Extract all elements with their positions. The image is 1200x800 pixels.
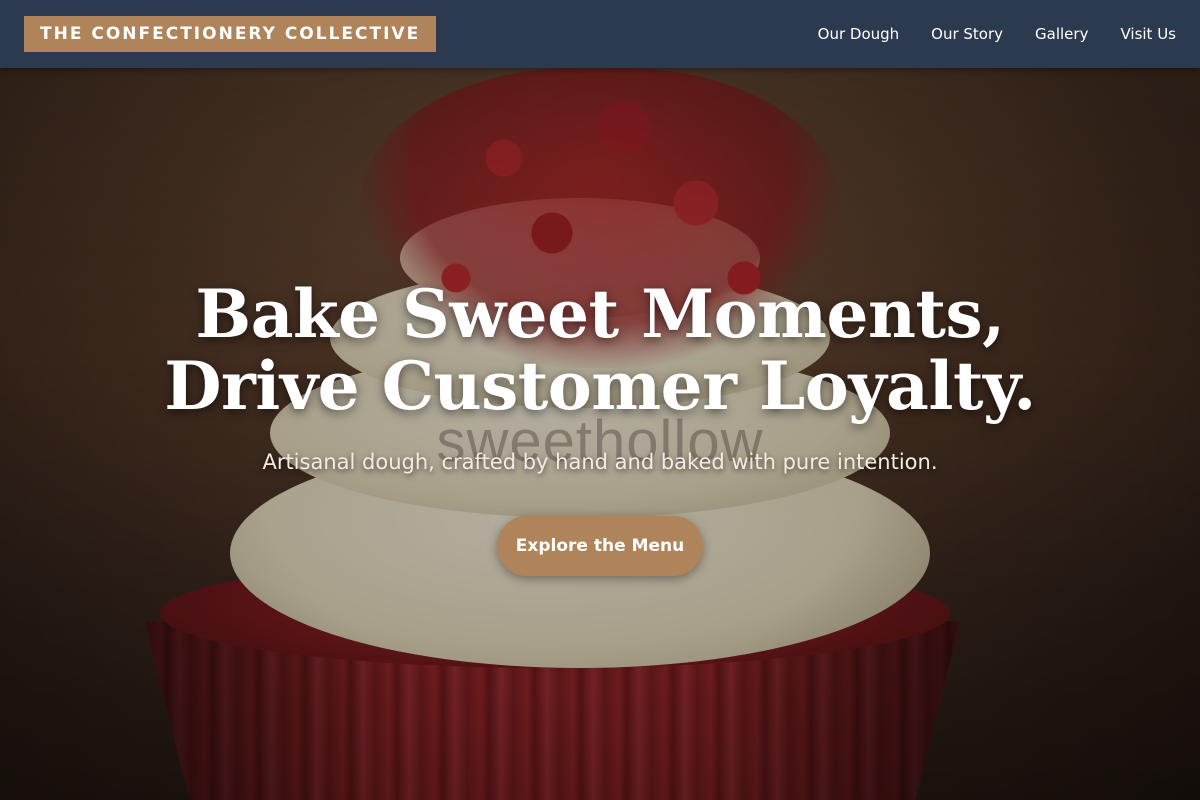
site-header: THE CONFECTIONERY COLLECTIVE Our Dough O… [0, 0, 1200, 68]
nav-link-our-story[interactable]: Our Story [931, 25, 1003, 43]
nav-link-gallery[interactable]: Gallery [1035, 25, 1088, 43]
hero-headline: Bake Sweet Moments, Drive Customer Loyal… [0, 278, 1200, 422]
hero-headline-line-1: Bake Sweet Moments, [195, 275, 1005, 353]
site-logo[interactable]: THE CONFECTIONERY COLLECTIVE [24, 16, 437, 52]
main-nav: Our Dough Our Story Gallery Visit Us [818, 0, 1176, 68]
hero-headline-line-2: Drive Customer Loyalty. [164, 347, 1036, 425]
hero-subheadline: Artisanal dough, crafted by hand and bak… [262, 450, 938, 474]
explore-menu-button[interactable]: Explore the Menu [497, 516, 703, 576]
nav-link-our-dough[interactable]: Our Dough [818, 25, 900, 43]
hero-content: Bake Sweet Moments, Drive Customer Loyal… [0, 278, 1200, 576]
nav-link-visit-us[interactable]: Visit Us [1120, 25, 1176, 43]
page: sweethollow THE CONFECTIONERY COLLECTIVE… [0, 0, 1200, 800]
